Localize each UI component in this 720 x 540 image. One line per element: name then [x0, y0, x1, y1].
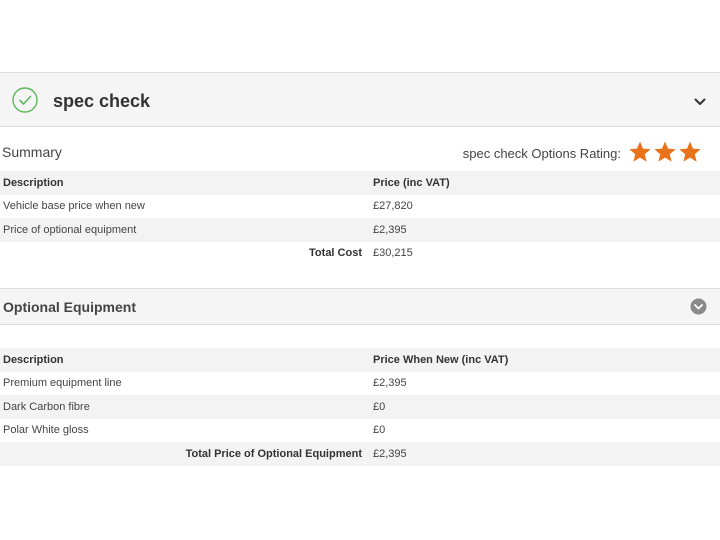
total-optional-label: Total Price of Optional Equipment	[0, 442, 368, 466]
options-rating-stars	[628, 140, 704, 164]
optional-equipment-table: Description Price When New (inc VAT) Pre…	[0, 348, 720, 466]
column-header-description: Description	[0, 171, 368, 195]
row-description: Polar White gloss	[3, 424, 89, 437]
check-circle-icon	[12, 87, 38, 113]
row-description: Premium equipment line	[3, 377, 122, 390]
page: spec check Summary spec check Options Ra…	[0, 0, 720, 540]
row-price: £2,395	[368, 218, 720, 242]
row-description: Dark Carbon fibre	[0, 395, 368, 419]
total-cost-label: Total Cost	[309, 247, 362, 260]
table-row: Dark Carbon fibre £0	[0, 395, 720, 419]
row-price: £2,395	[373, 377, 407, 390]
star-icon	[628, 140, 652, 164]
chevron-down-icon[interactable]	[694, 94, 706, 105]
column-header-description: Description	[0, 348, 368, 372]
table-row: Premium equipment line £2,395	[0, 372, 720, 396]
table-header-row: Description Price When New (inc VAT)	[0, 348, 720, 372]
chevron-down-circle-icon[interactable]	[690, 298, 707, 315]
star-icon	[653, 140, 677, 164]
total-row: Total Cost £30,215	[0, 242, 720, 266]
column-header-price: Price (inc VAT)	[368, 171, 720, 195]
row-price: £27,820	[373, 200, 413, 213]
summary-table: Description Price (inc VAT) Vehicle base…	[0, 171, 720, 265]
row-description: Price of optional equipment	[0, 218, 368, 242]
spec-check-title: spec check	[53, 91, 151, 111]
total-optional-value: £2,395	[368, 442, 720, 466]
table-row: Vehicle base price when new £27,820	[0, 195, 720, 219]
row-description: Vehicle base price when new	[3, 200, 145, 213]
table-row: Price of optional equipment £2,395	[0, 218, 720, 242]
column-header-price: Price When New (inc VAT)	[368, 348, 720, 372]
star-icon	[678, 140, 702, 164]
row-price: £0	[373, 424, 386, 437]
options-rating-label: spec check Options Rating:	[462, 146, 621, 161]
spec-check-header[interactable]: spec check	[0, 72, 720, 127]
optional-equipment-title: Optional Equipment	[3, 299, 136, 315]
table-header-row: Description Price (inc VAT)	[0, 171, 720, 195]
row-price: £0	[368, 395, 720, 419]
total-row: Total Price of Optional Equipment £2,395	[0, 442, 720, 466]
optional-equipment-header[interactable]: Optional Equipment	[0, 288, 720, 325]
table-row: Polar White gloss £0	[0, 419, 720, 443]
total-cost-value: £30,215	[373, 247, 413, 260]
summary-heading: Summary	[2, 144, 62, 160]
